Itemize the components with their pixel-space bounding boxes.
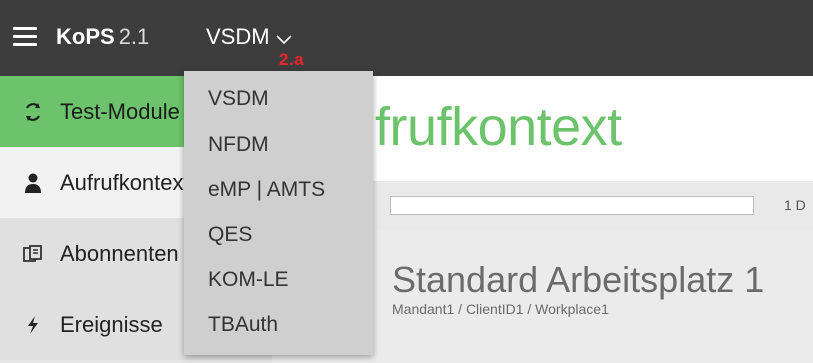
dropdown-item-tbauth[interactable]: TBAuth <box>184 303 373 347</box>
subscribers-icon <box>22 244 44 263</box>
sidebar-item-label: Ereignisse <box>60 311 163 337</box>
sidebar-item-label: Abonnenten <box>60 240 179 266</box>
strip-text: 1 D <box>784 197 806 213</box>
filter-input[interactable] <box>390 196 754 215</box>
dropdown-item-qes[interactable]: QES <box>184 213 373 257</box>
lightning-icon <box>22 315 44 334</box>
dropdown-item-vsdm[interactable]: VSDM <box>184 77 373 121</box>
app-version: 2.1 <box>118 24 150 49</box>
dropdown-item-nfdm[interactable]: NFDM <box>184 123 373 167</box>
dropdown-item-emp-amts[interactable]: eMP | AMTS <box>184 168 373 212</box>
test-modules-icon <box>22 102 44 122</box>
context-dropdown-menu: VSDM NFDM eMP | AMTS QES KOM-LE TBAuth <box>184 71 373 355</box>
workplace-path: Mandant1 / ClientID1 / Workplace1 <box>392 301 609 317</box>
dropdown-item-kom-le[interactable]: KOM-LE <box>184 258 373 302</box>
app-brand: KoPS 2.1 <box>56 24 149 50</box>
context-selector-button[interactable]: VSDM <box>206 24 292 51</box>
user-icon <box>22 173 44 193</box>
chevron-down-icon <box>275 25 292 51</box>
app-name: KoPS <box>56 24 115 49</box>
annotation-label: 2.a <box>279 50 305 69</box>
top-bar: KoPS 2.1 VSDM 2.a <box>0 0 813 76</box>
workplace-title: Standard Arbeitsplatz 1 <box>392 259 765 300</box>
hamburger-menu-icon[interactable] <box>13 27 37 47</box>
context-selector-label: VSDM <box>206 24 270 49</box>
sidebar-item-label: Aufrufkontext <box>60 169 190 195</box>
sidebar-item-label: Test-Module <box>60 98 180 124</box>
